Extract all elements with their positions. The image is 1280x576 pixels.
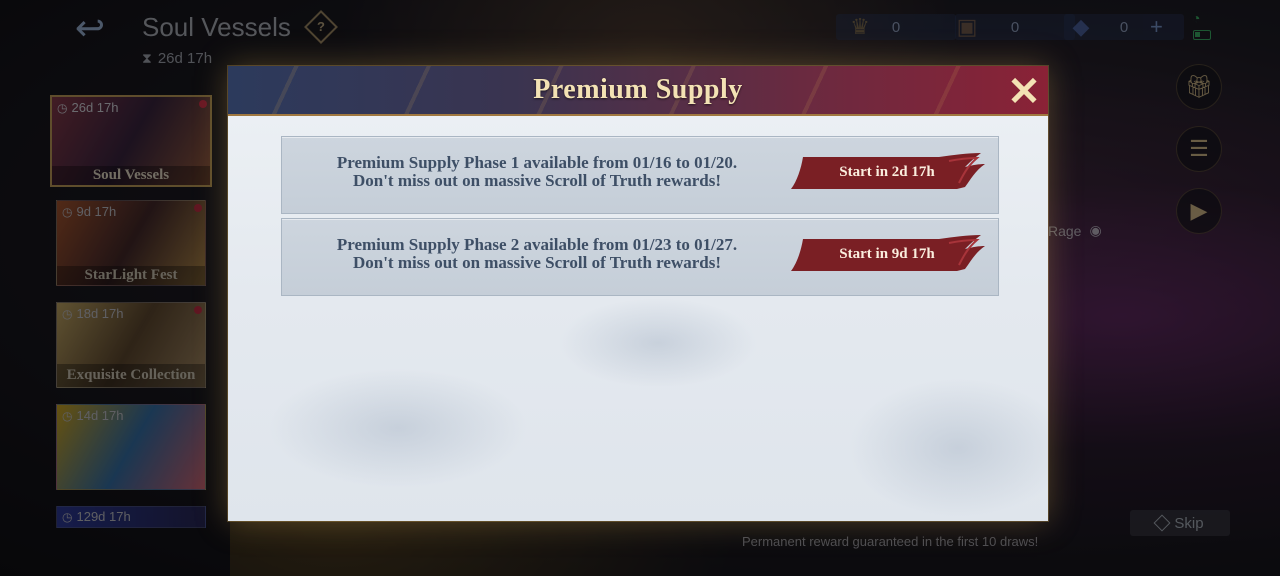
start-time-text: Start in 9d 17h bbox=[839, 246, 935, 262]
supply-description: Premium Supply Phase 1 available from 01… bbox=[302, 154, 772, 190]
dialog-title: Premium Supply bbox=[533, 74, 743, 105]
premium-supply-dialog: Premium Supply ✕ Premium Supply Phase 1 … bbox=[228, 66, 1048, 521]
supply-description: Premium Supply Phase 2 available from 01… bbox=[302, 236, 772, 272]
start-time-badge: Start in 2d 17h bbox=[789, 153, 985, 193]
supply-phase-2: Premium Supply Phase 2 available from 01… bbox=[281, 218, 999, 296]
supply-line-1: Premium Supply Phase 1 available from 01… bbox=[336, 153, 738, 172]
supply-phase-1: Premium Supply Phase 1 available from 01… bbox=[281, 136, 999, 214]
supply-line-1: Premium Supply Phase 2 available from 01… bbox=[336, 235, 738, 254]
dialog-header: Premium Supply ✕ bbox=[228, 66, 1048, 116]
close-icon[interactable]: ✕ bbox=[1004, 72, 1044, 112]
supply-line-2: Don't miss out on massive Scroll of Trut… bbox=[352, 171, 722, 190]
start-time-text: Start in 2d 17h bbox=[839, 164, 935, 180]
start-time-badge: Start in 9d 17h bbox=[789, 235, 985, 275]
supply-line-2: Don't miss out on massive Scroll of Trut… bbox=[352, 253, 722, 272]
